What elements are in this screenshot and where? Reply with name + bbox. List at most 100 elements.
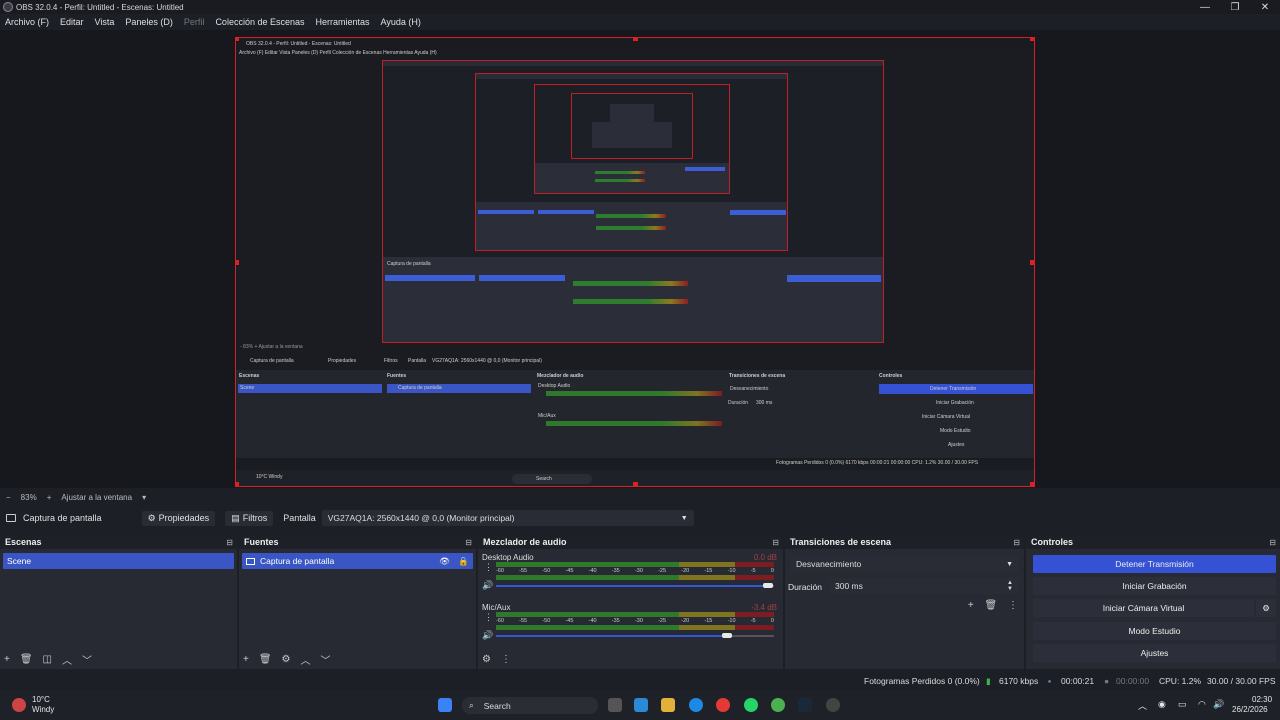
menu-vista[interactable]: Vista bbox=[95, 17, 115, 27]
clock-date[interactable]: 26/2/2026 bbox=[1232, 705, 1268, 714]
chevron-down-icon: ▼ bbox=[1006, 560, 1013, 568]
volume-slider-handle[interactable] bbox=[722, 633, 732, 638]
obs-taskbar-icon[interactable] bbox=[826, 698, 840, 712]
remove-scene-icon[interactable]: 🗑 bbox=[20, 654, 33, 665]
duration-spinbox[interactable]: 300 ms ▲ ▼ bbox=[829, 578, 1019, 594]
virtual-camera-settings-icon[interactable]: ⚙ bbox=[1256, 599, 1276, 617]
mixer-menu-icon[interactable]: ⋮ bbox=[501, 654, 511, 665]
tray-app-icon[interactable]: ◉ bbox=[1158, 699, 1166, 710]
taskbar-search[interactable]: ⌕ Search bbox=[462, 697, 598, 714]
undock-icon[interactable]: ⊟ bbox=[1269, 538, 1276, 547]
menu-coleccion[interactable]: Colección de Escenas bbox=[215, 17, 304, 27]
remove-transition-icon[interactable]: 🗑 bbox=[985, 600, 998, 611]
speaker-icon[interactable]: 🔊 bbox=[482, 630, 493, 641]
display-select[interactable]: VG27AQ1A: 2560x1440 @ 0,0 (Monitor princ… bbox=[321, 510, 694, 526]
maximize-button[interactable]: ❐ bbox=[1220, 0, 1250, 14]
eye-icon[interactable]: 👁 bbox=[439, 556, 450, 566]
volume-icon[interactable]: 🔊 bbox=[1213, 699, 1224, 710]
tray-network-icon[interactable]: ▭ bbox=[1178, 699, 1187, 710]
lock-icon[interactable]: 🔒 bbox=[458, 556, 469, 566]
whatsapp-icon[interactable] bbox=[744, 698, 758, 712]
remove-source-icon[interactable]: 🗑 bbox=[259, 654, 272, 665]
channel-menu-icon[interactable]: ⋮ bbox=[484, 612, 493, 623]
app-icon-copilot[interactable] bbox=[634, 698, 648, 712]
task-view-icon[interactable] bbox=[608, 698, 622, 712]
menu-editar[interactable]: Editar bbox=[60, 17, 84, 27]
start-recording-button[interactable]: Iniciar Grabación bbox=[1033, 577, 1276, 595]
meter-tick: -40 bbox=[588, 568, 597, 574]
steam-icon[interactable] bbox=[798, 698, 812, 712]
settings-button[interactable]: Ajustes bbox=[1033, 644, 1276, 662]
add-source-icon[interactable]: + bbox=[243, 654, 249, 665]
scene-filters-icon[interactable]: ◫ bbox=[43, 654, 52, 665]
move-down-icon[interactable]: ﹀ bbox=[321, 652, 331, 667]
zoom-dropdown-icon[interactable]: ▾ bbox=[142, 493, 146, 502]
duration-value: 300 ms bbox=[835, 581, 863, 591]
preview-canvas[interactable]: OBS 32.0.4 - Perfil: Untitled - Escenas:… bbox=[235, 37, 1035, 487]
channel-db: -3.4 dB bbox=[751, 603, 777, 612]
undock-icon[interactable]: ⊟ bbox=[772, 538, 779, 547]
obs-logo-icon bbox=[3, 2, 13, 12]
edge-icon[interactable] bbox=[689, 698, 703, 712]
source-item[interactable]: Captura de pantalla 👁 🔒 bbox=[242, 553, 473, 569]
clock-time[interactable]: 02:30 bbox=[1252, 695, 1272, 704]
zoom-in-button[interactable]: + bbox=[47, 493, 52, 502]
resize-handle-bc[interactable] bbox=[633, 482, 638, 486]
resize-handle-bl[interactable] bbox=[236, 482, 239, 486]
move-down-icon[interactable]: ﹀ bbox=[82, 652, 92, 667]
add-transition-icon[interactable]: + bbox=[968, 600, 974, 611]
spin-arrows-icon[interactable]: ▲ ▼ bbox=[1007, 580, 1013, 592]
close-button[interactable]: ✕ bbox=[1250, 0, 1280, 14]
studio-mode-button[interactable]: Modo Estudio bbox=[1033, 622, 1276, 640]
weather-icon[interactable] bbox=[12, 698, 26, 712]
resize-handle-br[interactable] bbox=[1030, 482, 1034, 486]
start-virtual-camera-button[interactable]: Iniciar Cámara Virtual bbox=[1033, 599, 1254, 617]
windows-start-icon[interactable] bbox=[438, 698, 452, 712]
chrome-icon[interactable] bbox=[771, 698, 785, 712]
resize-handle-mr[interactable] bbox=[1030, 260, 1034, 265]
monitor-icon bbox=[246, 557, 255, 565]
undock-icon[interactable]: ⊟ bbox=[1013, 538, 1020, 547]
wifi-icon[interactable]: ◠ bbox=[1198, 699, 1206, 710]
file-explorer-icon[interactable] bbox=[661, 698, 675, 712]
undock-icon[interactable]: ⊟ bbox=[465, 538, 472, 547]
transition-menu-icon[interactable]: ⋮ bbox=[1008, 600, 1018, 611]
speaker-icon[interactable]: 🔊 bbox=[482, 580, 493, 591]
nested-ctl-3: Modo Estudio bbox=[940, 428, 971, 434]
menu-herramientas[interactable]: Herramientas bbox=[316, 17, 370, 27]
nested-mixer-title: Mezclador de audio bbox=[537, 373, 584, 379]
menu-perfil[interactable]: Perfil bbox=[184, 17, 205, 27]
move-up-icon[interactable]: ︿ bbox=[301, 652, 311, 667]
tray-chevron-icon[interactable]: ︿ bbox=[1138, 699, 1147, 712]
source-settings-icon[interactable]: ⚙ bbox=[282, 654, 291, 665]
filters-button[interactable]: ▤ Filtros bbox=[225, 510, 274, 526]
resize-handle-tl[interactable] bbox=[236, 38, 239, 41]
signal-icon: ▮ bbox=[986, 676, 991, 686]
resize-handle-ml[interactable] bbox=[236, 260, 239, 265]
scene-item[interactable]: Scene bbox=[3, 553, 234, 569]
level-meter bbox=[496, 562, 774, 567]
undock-icon[interactable]: ⊟ bbox=[226, 538, 233, 547]
mixer-settings-icon[interactable]: ⚙ bbox=[482, 654, 491, 665]
move-up-icon[interactable]: ︿ bbox=[62, 652, 72, 667]
resize-handle-tc[interactable] bbox=[633, 38, 638, 41]
menu-archivo[interactable]: Archivo (F) bbox=[5, 17, 49, 27]
zoom-out-button[interactable]: − bbox=[6, 493, 11, 502]
menu-ayuda[interactable]: Ayuda (H) bbox=[381, 17, 421, 27]
fit-to-window[interactable]: Ajustar a la ventana bbox=[61, 493, 132, 502]
transition-select[interactable]: Desvanecimiento ▼ bbox=[790, 556, 1019, 572]
menu-paneles[interactable]: Paneles (D) bbox=[125, 17, 173, 27]
volume-track[interactable] bbox=[496, 585, 768, 587]
opera-icon[interactable] bbox=[716, 698, 730, 712]
nested-status: Fotogramas Perdidos 0 (0.0%) 6170 kbps 0… bbox=[776, 460, 979, 466]
meter-tick: -40 bbox=[588, 618, 597, 624]
stop-streaming-button[interactable]: Detener Transmisión bbox=[1033, 555, 1276, 573]
volume-slider-handle[interactable] bbox=[763, 583, 773, 588]
resize-handle-tr[interactable] bbox=[1030, 38, 1034, 41]
channel-menu-icon[interactable]: ⋮ bbox=[484, 562, 493, 573]
gear-icon: ⚙ bbox=[147, 512, 156, 523]
volume-track[interactable] bbox=[496, 635, 727, 637]
properties-button[interactable]: ⚙ Propiedades bbox=[141, 510, 216, 526]
minimize-button[interactable]: — bbox=[1190, 0, 1220, 14]
add-scene-icon[interactable]: + bbox=[4, 654, 10, 665]
